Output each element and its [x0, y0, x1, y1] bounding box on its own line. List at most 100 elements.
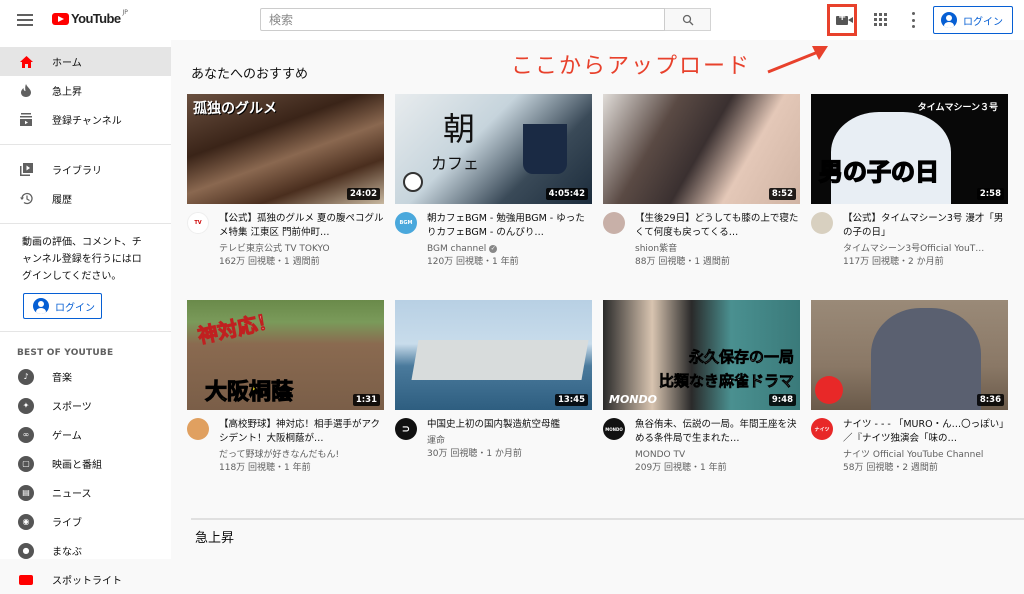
video-thumbnail[interactable]: 朝 カフェ 4:05:42: [395, 94, 592, 204]
video-title[interactable]: ナイツ - - - 「MURO・ん…〇っぽい」／『ナイツ独演会「味の…: [843, 418, 1008, 446]
sidebar-item-label: まなぶ: [52, 547, 82, 558]
sidebar-item-subscriptions[interactable]: 登録チャンネル: [0, 105, 171, 134]
video-card[interactable]: 神対応！ 大阪桐蔭 1:31 【高校野球】神対応！相手選手がアクシデント！大阪桐…: [187, 300, 384, 475]
login-label: ログイン: [963, 16, 1003, 28]
video-duration: 4:05:42: [545, 188, 588, 200]
sidebar-item-spotlight[interactable]: スポットライト: [0, 565, 171, 594]
sidebar-login-button[interactable]: ログイン: [23, 293, 102, 319]
sidebar-item-label: ホーム: [52, 58, 82, 69]
search-input[interactable]: [261, 9, 664, 31]
channel-avatar[interactable]: [187, 418, 209, 440]
channel-avatar[interactable]: ⊃: [395, 418, 417, 440]
video-stats: 120万 回視聴・1 年前: [427, 257, 519, 267]
channel-name[interactable]: shion紫音: [635, 243, 800, 256]
video-grid-row-1: 孤独のグルメ 24:02 TV 【公式】孤独のグルメ 夏の腹ペコグルメ特集 江東…: [187, 94, 1017, 269]
thumbnail-subcaption: 大阪桐蔭: [204, 380, 294, 406]
video-thumbnail[interactable]: 神対応！ 大阪桐蔭 1:31: [187, 300, 384, 410]
video-card[interactable]: 8:36 ナイツ ナイツ - - - 「MURO・ん…〇っぽい」／『ナイツ独演会…: [811, 300, 1008, 475]
video-thumbnail[interactable]: タイムマシーン３号 男の子の日 2:58: [811, 94, 1008, 204]
subscriptions-icon: [18, 112, 34, 128]
channel-name[interactable]: だって野球が好きなんだもん!: [219, 449, 384, 462]
channel-name[interactable]: 運命: [427, 435, 592, 448]
video-camera-plus-icon: [836, 12, 853, 25]
annotation-arrow-icon: [767, 46, 828, 74]
thumbnail-subcaption: カフェ: [431, 154, 480, 173]
video-card[interactable]: 永久保存の一局 比類なき麻雀ドラマ MONDO 9:48 MONDO 魚谷侑未、…: [603, 300, 800, 475]
apps-grid-icon[interactable]: [874, 13, 887, 26]
video-card[interactable]: タイムマシーン３号 男の子の日 2:58 【公式】タイムマシーン3号 漫才「男の…: [811, 94, 1008, 269]
video-thumbnail[interactable]: 8:36: [811, 300, 1008, 410]
library-icon: [18, 162, 34, 178]
video-duration: 8:52: [768, 188, 796, 200]
channel-name[interactable]: ナイツ Official YouTube Channel: [843, 449, 1008, 462]
video-thumbnail[interactable]: 13:45: [395, 300, 592, 410]
gaming-icon: ∞: [18, 426, 34, 443]
video-card[interactable]: 13:45 ⊃ 中国史上初の国内製造航空母艦 運命 30万 回視聴・1 か月前: [395, 300, 592, 475]
sidebar-item-learning[interactable]: ● まなぶ: [0, 536, 171, 565]
channel-avatar[interactable]: BGM: [395, 212, 417, 234]
login-button[interactable]: ログイン: [933, 6, 1013, 34]
sidebar-item-home[interactable]: ホーム: [0, 47, 171, 76]
top-bar: YouTube JP ログイン: [0, 0, 1024, 40]
spotlight-icon: [19, 574, 33, 585]
channel-avatar[interactable]: MONDO: [603, 418, 625, 440]
sidebar-item-sports[interactable]: ✦ スポーツ: [0, 391, 171, 420]
verified-check-icon: ✓: [489, 244, 498, 253]
channel-avatar[interactable]: [811, 212, 833, 234]
signin-message: 動画の評価、コメント、チャンネル登録を行うにはログインしてください。: [22, 237, 142, 282]
best-of-youtube-heading: BEST OF YOUTUBE: [17, 348, 114, 358]
video-thumbnail[interactable]: 8:52: [603, 94, 800, 204]
video-title[interactable]: 魚谷侑未、伝説の一局。年間王座を決める条件局で生まれた…: [635, 418, 800, 446]
channel-avatar[interactable]: ナイツ: [811, 418, 833, 440]
login-label: ログイン: [55, 302, 95, 314]
search-button[interactable]: [665, 8, 711, 31]
sidebar-item-trending[interactable]: 急上昇: [0, 76, 171, 105]
video-title[interactable]: 朝カフェBGM - 勉強用BGM - ゆったりカフェBGM - のんびり…: [427, 212, 592, 240]
video-title[interactable]: 【生後29日】どうしても膝の上で寝たくて何度も戻ってくる…: [635, 212, 800, 240]
video-stats: 209万 回視聴・1 年前: [635, 463, 727, 473]
channel-avatar[interactable]: TV: [187, 212, 209, 234]
video-card[interactable]: 孤独のグルメ 24:02 TV 【公式】孤独のグルメ 夏の腹ペコグルメ特集 江東…: [187, 94, 384, 269]
sidebar-item-gaming[interactable]: ∞ ゲーム: [0, 420, 171, 449]
sidebar-divider: [0, 331, 171, 332]
channel-name[interactable]: MONDO TV: [635, 449, 800, 462]
video-stats: 162万 回視聴・1 週間前: [219, 257, 320, 267]
trending-flame-icon: [18, 83, 34, 99]
music-icon: ♪: [18, 368, 34, 385]
youtube-play-icon: [52, 12, 69, 25]
sidebar-item-label: ニュース: [52, 489, 92, 500]
logo-wordmark: YouTube: [71, 11, 121, 26]
channel-name[interactable]: BGM channel: [427, 244, 486, 254]
account-circle-icon: [941, 12, 957, 28]
sidebar-item-news[interactable]: ▤ ニュース: [0, 478, 171, 507]
sidebar-item-history[interactable]: 履歴: [0, 184, 171, 213]
channel-name[interactable]: テレビ東京公式 TV TOKYO: [219, 243, 384, 256]
coffee-cup-icon: [523, 124, 567, 174]
youtube-logo[interactable]: YouTube JP: [52, 9, 128, 26]
search-icon: [682, 14, 693, 25]
sidebar-divider: [0, 223, 171, 224]
shelf-divider: [191, 518, 1024, 520]
video-title[interactable]: 中国史上初の国内製造航空母艦: [427, 418, 592, 432]
sidebar-item-label: スポットライト: [52, 576, 122, 587]
channel-name[interactable]: タイムマシーン3号Official YouT…: [843, 243, 1008, 256]
home-icon: [18, 54, 34, 70]
more-vert-icon[interactable]: [910, 12, 916, 28]
sidebar-item-live[interactable]: ◉ ライブ: [0, 507, 171, 536]
sidebar-item-label: ライブ: [52, 518, 82, 529]
video-thumbnail[interactable]: 永久保存の一局 比類なき麻雀ドラマ MONDO 9:48: [603, 300, 800, 410]
sidebar-item-movies[interactable]: ▢ 映画と番組: [0, 449, 171, 478]
hamburger-menu-icon[interactable]: [17, 11, 33, 29]
video-title[interactable]: 【公式】タイムマシーン3号 漫才「男の子の日」: [843, 212, 1008, 240]
upload-video-button[interactable]: [827, 4, 857, 36]
channel-avatar[interactable]: [603, 212, 625, 234]
sidebar-item-music[interactable]: ♪ 音楽: [0, 362, 171, 391]
video-card[interactable]: 8:52 【生後29日】どうしても膝の上で寝たくて何度も戻ってくる… shion…: [603, 94, 800, 269]
video-title[interactable]: 【高校野球】神対応！相手選手がアクシデント！大阪桐蔭が…: [219, 418, 384, 446]
history-icon: [18, 191, 34, 207]
video-card[interactable]: 朝 カフェ 4:05:42 BGM 朝カフェBGM - 勉強用BGM - ゆった…: [395, 94, 592, 269]
video-title[interactable]: 【公式】孤独のグルメ 夏の腹ペコグルメ特集 江東区 門前仲町…: [219, 212, 384, 240]
sidebar-divider: [0, 144, 171, 145]
sidebar-item-library[interactable]: ライブラリ: [0, 155, 171, 184]
video-thumbnail[interactable]: 孤独のグルメ 24:02: [187, 94, 384, 204]
